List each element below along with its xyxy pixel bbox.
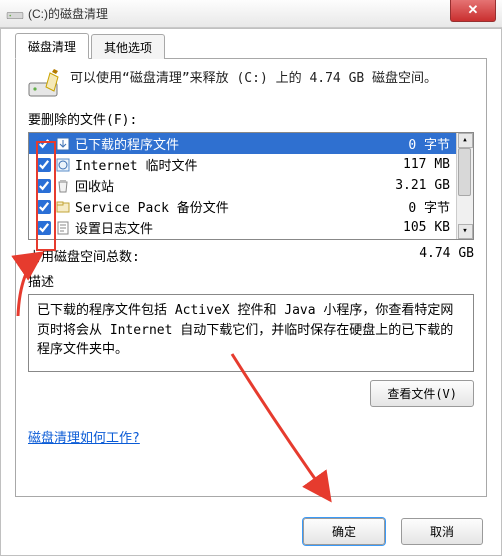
total-row: 占用磁盘空间总数: 4.74 GB xyxy=(28,246,474,265)
total-label: 占用磁盘空间总数: xyxy=(28,246,140,265)
file-type-icon xyxy=(55,157,71,173)
list-item-checkbox[interactable] xyxy=(37,221,51,235)
files-to-delete-label: 要删除的文件(F): xyxy=(28,109,474,128)
list-item-size: 105 KB xyxy=(372,220,452,235)
close-button[interactable]: ✕ xyxy=(450,0,496,22)
dialog-body: 磁盘清理 其他选项 可以使用“磁盘清理”来释放 (C:) 上的 4.74 GB … xyxy=(0,28,502,556)
list-item-name: Service Pack 备份文件 xyxy=(75,197,372,216)
tab-disk-cleanup[interactable]: 磁盘清理 xyxy=(15,33,89,59)
list-item-size: 0 字节 xyxy=(372,197,452,216)
help-link[interactable]: 磁盘清理如何工作? xyxy=(28,427,140,446)
list-item-checkbox[interactable] xyxy=(37,179,51,193)
list-item-size: 3.21 GB xyxy=(372,178,452,193)
cancel-button[interactable]: 取消 xyxy=(401,518,483,545)
total-value: 4.74 GB xyxy=(419,246,474,265)
file-type-icon xyxy=(55,220,71,236)
intro-row: 可以使用“磁盘清理”来释放 (C:) 上的 4.74 GB 磁盘空间。 xyxy=(28,69,474,99)
bottom-buttons: 确定 取消 xyxy=(303,518,483,545)
file-type-icon xyxy=(55,178,71,194)
list-item-name: 回收站 xyxy=(75,176,372,195)
list-item-checkbox[interactable] xyxy=(37,137,51,151)
window-title: (C:)的磁盘清理 xyxy=(28,5,108,22)
tab-more-options[interactable]: 其他选项 xyxy=(91,34,165,59)
list-item-checkbox[interactable] xyxy=(37,200,51,214)
scroll-track[interactable] xyxy=(457,148,473,224)
list-item[interactable]: 回收站3.21 GB xyxy=(29,175,456,196)
titlebar: (C:)的磁盘清理 ✕ xyxy=(0,0,502,28)
list-item-name: 已下载的程序文件 xyxy=(75,134,372,153)
scrollbar[interactable]: ▴ ▾ xyxy=(456,133,473,239)
description-box: 已下载的程序文件包括 ActiveX 控件和 Java 小程序，你查看特定网页时… xyxy=(28,294,474,372)
cleanup-drive-icon xyxy=(28,69,62,99)
ok-button[interactable]: 确定 xyxy=(303,518,385,545)
scroll-thumb[interactable] xyxy=(458,148,471,196)
list-item[interactable]: 设置日志文件105 KB xyxy=(29,217,456,238)
list-item-size: 0 字节 xyxy=(372,134,452,153)
list-item-name: 设置日志文件 xyxy=(75,218,372,237)
description-label: 描述 xyxy=(28,271,474,290)
list-item[interactable]: Internet 临时文件117 MB xyxy=(29,154,456,175)
file-type-icon xyxy=(55,199,71,215)
view-files-button[interactable]: 查看文件(V) xyxy=(370,380,474,407)
list-item-checkbox[interactable] xyxy=(37,158,51,172)
list-item-name: Internet 临时文件 xyxy=(75,155,372,174)
tab-strip: 磁盘清理 其他选项 xyxy=(15,35,487,59)
scroll-down[interactable]: ▾ xyxy=(458,224,473,239)
drive-icon xyxy=(6,6,24,22)
file-list[interactable]: 已下载的程序文件0 字节Internet 临时文件117 MB回收站3.21 G… xyxy=(28,132,474,240)
intro-text: 可以使用“磁盘清理”来释放 (C:) 上的 4.74 GB 磁盘空间。 xyxy=(70,69,474,90)
scroll-up[interactable]: ▴ xyxy=(458,133,473,148)
file-type-icon xyxy=(55,136,71,152)
tab-content: 可以使用“磁盘清理”来释放 (C:) 上的 4.74 GB 磁盘空间。 要删除的… xyxy=(15,59,487,497)
list-item[interactable]: Service Pack 备份文件0 字节 xyxy=(29,196,456,217)
list-item-size: 117 MB xyxy=(372,157,452,172)
list-item[interactable]: 已下载的程序文件0 字节 xyxy=(29,133,456,154)
